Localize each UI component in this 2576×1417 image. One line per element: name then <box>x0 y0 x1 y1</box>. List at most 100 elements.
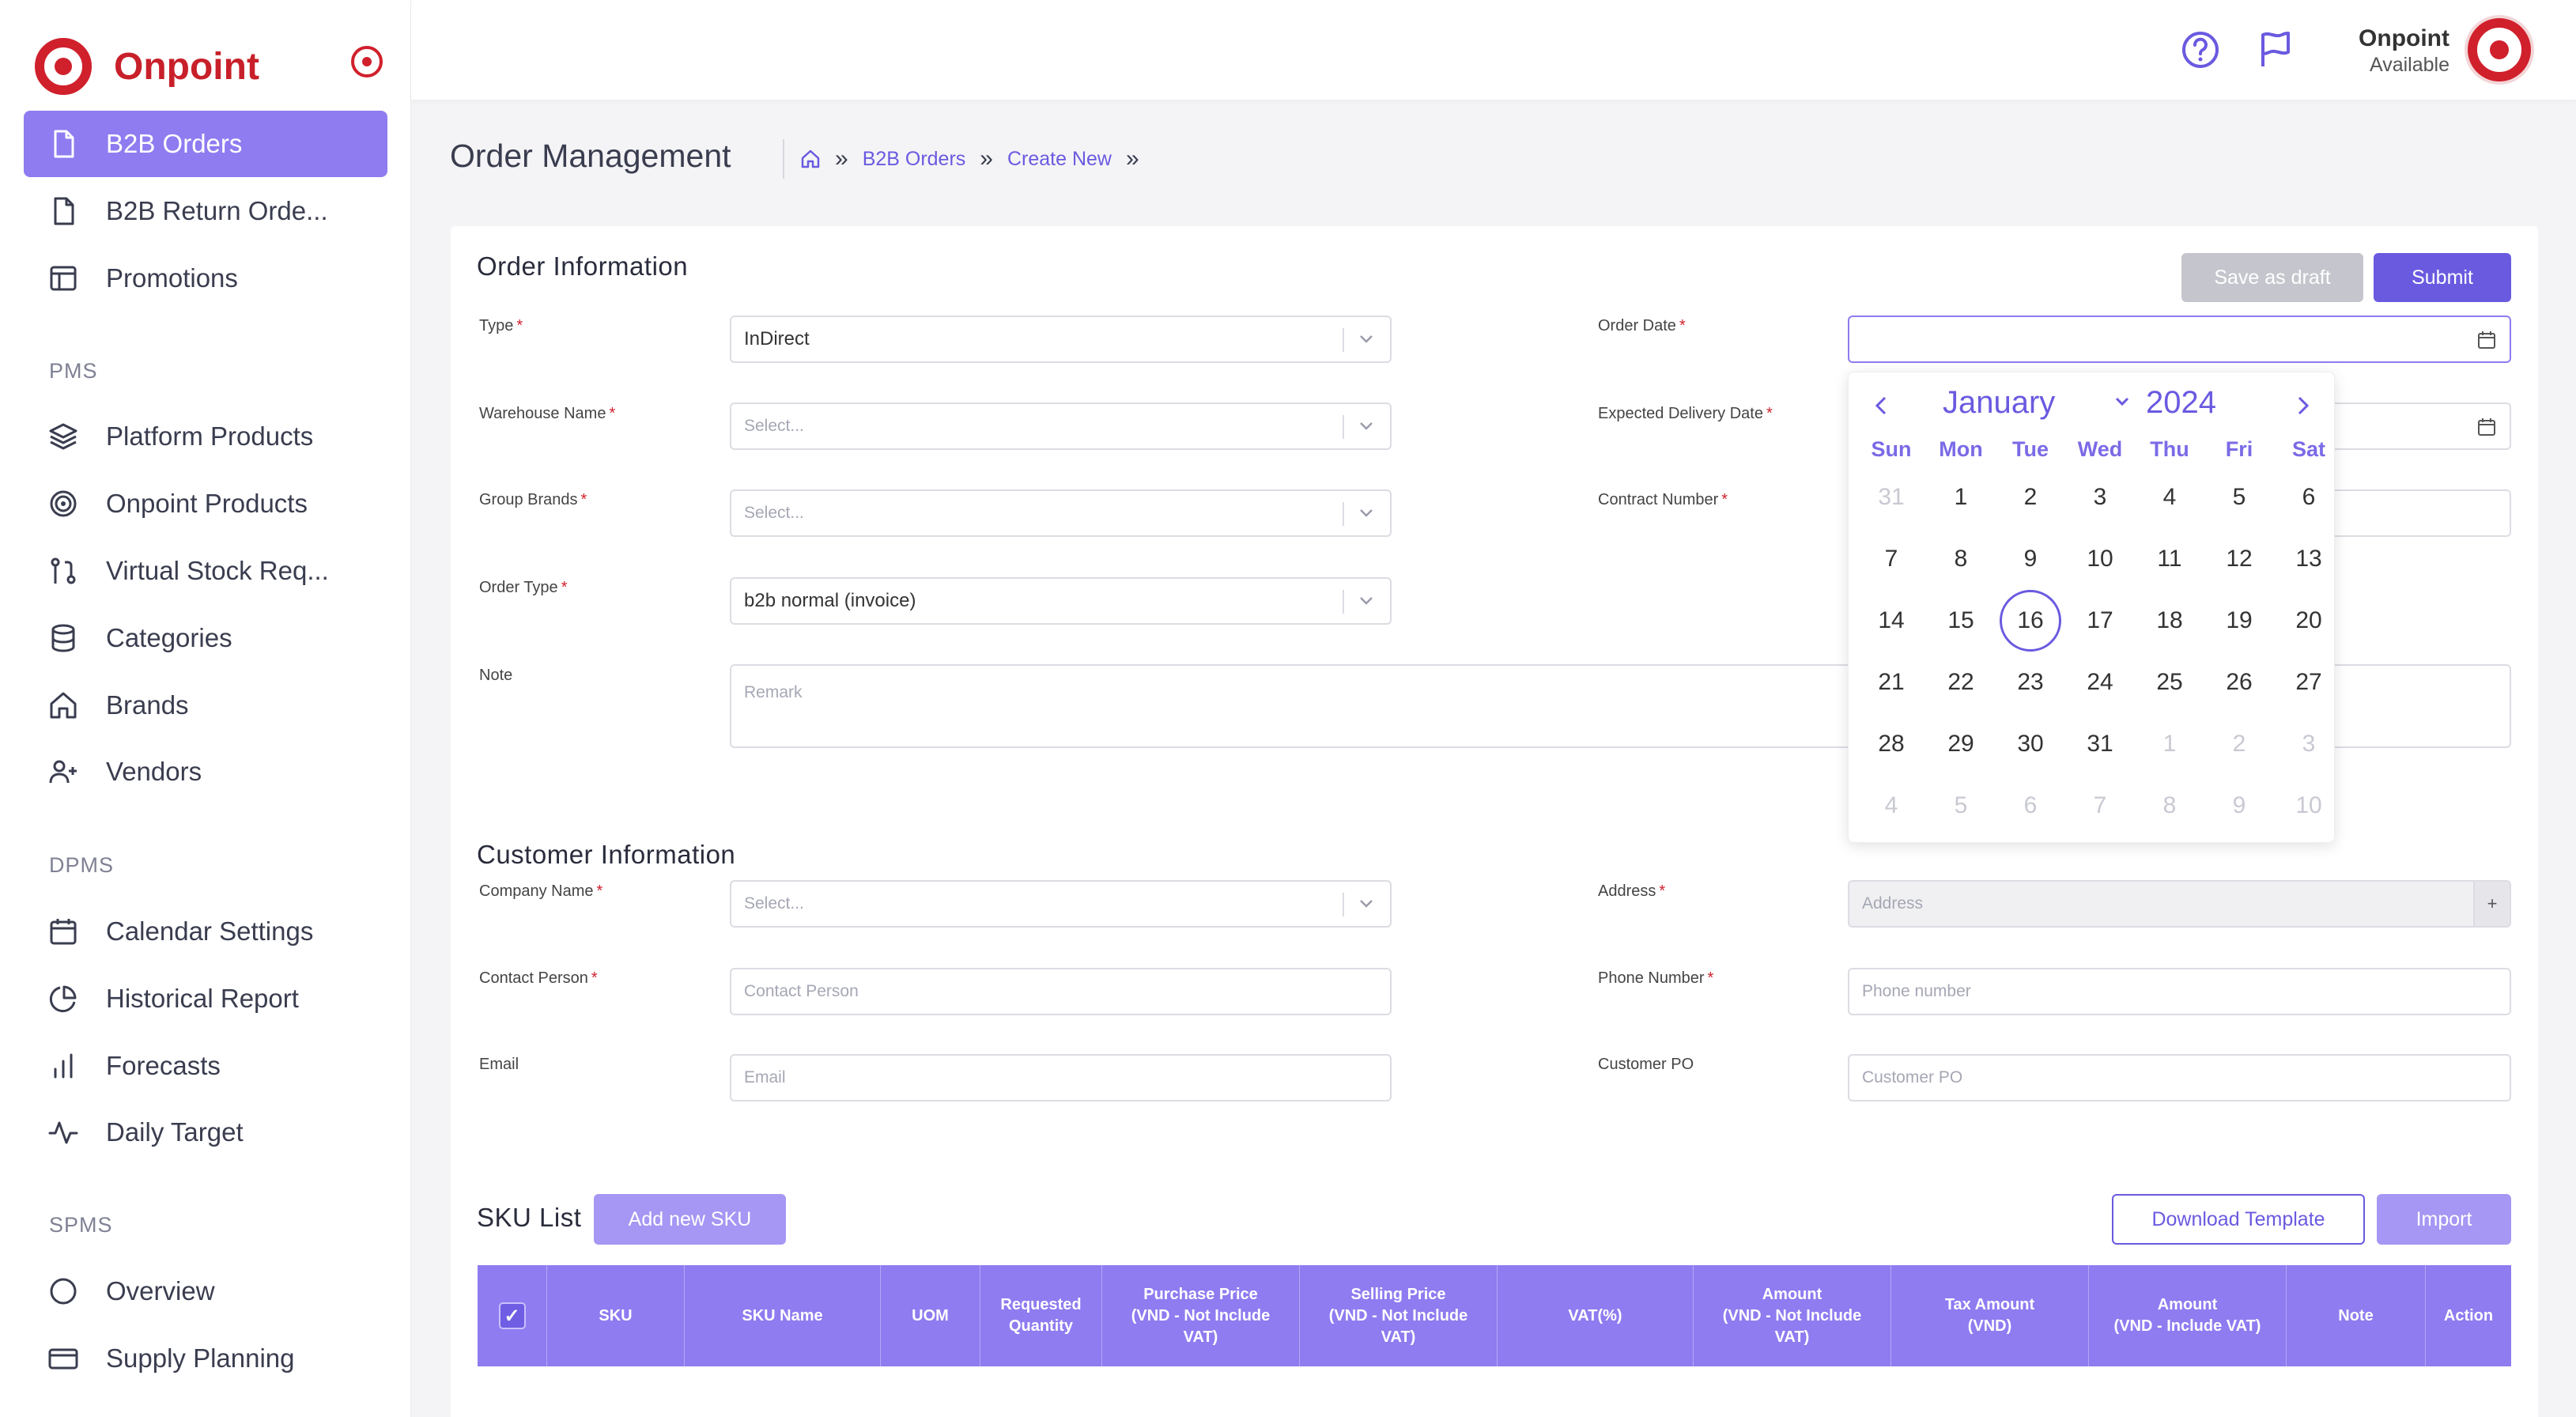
calendar-day[interactable]: 1 <box>2139 713 2200 775</box>
calendar-day[interactable]: 10 <box>2278 775 2340 837</box>
sidebar-item-label: Supply Planning <box>106 1343 295 1373</box>
calendar-day[interactable]: 29 <box>1930 713 1992 775</box>
sidebar-item-overview[interactable]: Overview <box>24 1258 387 1324</box>
calendar-day[interactable]: 11 <box>2139 528 2200 590</box>
chevron-left-icon[interactable] <box>1866 390 1898 421</box>
download-template-button[interactable]: Download Template <box>2112 1194 2365 1245</box>
calendar-day[interactable]: 21 <box>1860 652 1922 713</box>
customer-po-input[interactable]: Customer PO <box>1848 1054 2511 1101</box>
calendar-day[interactable]: 30 <box>2000 713 2061 775</box>
import-button[interactable]: Import <box>2377 1194 2511 1245</box>
chevron-right-icon[interactable] <box>2287 390 2318 421</box>
calendar-day[interactable]: 23 <box>2000 652 2061 713</box>
breadcrumb-create-new[interactable]: Create New <box>1007 148 1112 171</box>
calendar-day[interactable]: 26 <box>2208 652 2270 713</box>
calendar-month[interactable]: January <box>1943 385 2055 421</box>
contact-input[interactable]: Contact Person <box>730 968 1392 1015</box>
calendar-day[interactable]: 19 <box>2208 590 2270 652</box>
sidebar-item-historical-report[interactable]: Historical Report <box>24 965 387 1032</box>
calendar-day[interactable]: 6 <box>2278 467 2340 528</box>
address-add-button[interactable]: + <box>2473 880 2511 928</box>
address-input[interactable]: Address <box>1848 880 2475 928</box>
help-circle-icon[interactable] <box>2179 28 2222 71</box>
calendar-day[interactable]: 2 <box>2000 467 2061 528</box>
calendar-day[interactable]: 1 <box>1930 467 1992 528</box>
sidebar-item-virtual-stock-req[interactable]: Virtual Stock Req... <box>24 538 387 604</box>
sidebar-item-daily-target[interactable]: Daily Target <box>24 1099 387 1166</box>
calendar-day[interactable]: 7 <box>1860 528 1922 590</box>
calendar-day[interactable]: 4 <box>1860 775 1922 837</box>
sidebar-item-forecasts[interactable]: Forecasts <box>24 1033 387 1099</box>
calendar-day[interactable]: 5 <box>2208 467 2270 528</box>
breadcrumb-b2b-orders[interactable]: B2B Orders <box>863 148 966 171</box>
sidebar-item-b2b-return-orde[interactable]: B2B Return Orde... <box>24 178 387 244</box>
phone-input[interactable]: Phone number <box>1848 968 2511 1015</box>
calendar-day[interactable]: 27 <box>2278 652 2340 713</box>
calendar-day[interactable]: 17 <box>2069 590 2131 652</box>
chevron-down-icon <box>1360 335 1373 343</box>
avatar[interactable] <box>2468 18 2531 81</box>
company-select[interactable]: Select... <box>730 880 1392 928</box>
sidebar-item-label: Brands <box>106 690 189 720</box>
calendar-day[interactable]: 15 <box>1930 590 1992 652</box>
logo[interactable]: Onpoint <box>35 36 383 96</box>
calendar-day[interactable]: 18 <box>2139 590 2200 652</box>
submit-button[interactable]: Submit <box>2374 253 2511 302</box>
calendar-day[interactable]: 5 <box>1930 775 1992 837</box>
calendar-day[interactable]: 4 <box>2139 467 2200 528</box>
calendar-day[interactable]: 31 <box>1860 467 1922 528</box>
sidebar-item-promotions[interactable]: Promotions <box>24 245 387 312</box>
sidebar-item-b2b-orders[interactable]: B2B Orders <box>24 111 387 177</box>
column-header-sku: SKU <box>547 1265 685 1366</box>
calendar-day[interactable]: 6 <box>2000 775 2061 837</box>
save-draft-button[interactable]: Save as draft <box>2181 253 2363 302</box>
calendar-day[interactable]: 3 <box>2278 713 2340 775</box>
order-date-input[interactable] <box>1848 316 2511 363</box>
calendar-day[interactable]: 8 <box>2139 775 2200 837</box>
sidebar-item-onpoint-products[interactable]: Onpoint Products <box>24 470 387 537</box>
calendar-day[interactable]: 28 <box>1860 713 1922 775</box>
calendar-day[interactable]: 22 <box>1930 652 1992 713</box>
type-select[interactable]: InDirect <box>730 316 1392 363</box>
warehouse-select[interactable]: Select... <box>730 402 1392 450</box>
calendar-icon[interactable] <box>2476 417 2497 437</box>
layout-icon <box>47 263 79 294</box>
sidebar-item-brands[interactable]: Brands <box>24 672 387 739</box>
calendar-day[interactable]: 14 <box>1860 590 1922 652</box>
header-divider <box>783 139 784 179</box>
weekday-wed: Wed <box>2077 437 2123 461</box>
calendar-icon[interactable] <box>2476 330 2497 350</box>
sidebar-item-calendar-settings[interactable]: Calendar Settings <box>24 898 387 965</box>
home-icon[interactable] <box>800 149 821 169</box>
group-brands-select[interactable]: Select... <box>730 489 1392 537</box>
calendar-day[interactable]: 13 <box>2278 528 2340 590</box>
calendar-year[interactable]: 2024 <box>2146 385 2216 421</box>
calendar-day[interactable]: 2 <box>2208 713 2270 775</box>
add-sku-button[interactable]: Add new SKU <box>594 1194 786 1245</box>
chevron-down-icon[interactable] <box>2113 391 2132 410</box>
sidebar-toggle-icon[interactable] <box>351 46 383 77</box>
calendar-icon <box>47 916 79 947</box>
calendar-day[interactable]: 25 <box>2139 652 2200 713</box>
sidebar-item-vendors[interactable]: Vendors <box>24 739 387 805</box>
calendar-day[interactable]: 31 <box>2069 713 2131 775</box>
calendar-day[interactable]: 8 <box>1930 528 1992 590</box>
calendar-day[interactable]: 10 <box>2069 528 2131 590</box>
calendar-day[interactable]: 9 <box>2208 775 2270 837</box>
calendar-day[interactable]: 7 <box>2069 775 2131 837</box>
calendar-day[interactable]: 24 <box>2069 652 2131 713</box>
select-all-checkbox[interactable]: ✓ <box>498 1302 526 1329</box>
company-label: Company Name * <box>479 882 603 900</box>
sidebar-item-platform-products[interactable]: Platform Products <box>24 403 387 470</box>
flag-icon[interactable] <box>2253 28 2296 71</box>
order-type-select[interactable]: b2b normal (invoice) <box>730 577 1392 625</box>
calendar-day[interactable]: 3 <box>2069 467 2131 528</box>
calendar-day[interactable]: 20 <box>2278 590 2340 652</box>
calendar-day[interactable]: 9 <box>2000 528 2061 590</box>
sidebar-item-categories[interactable]: Categories <box>24 605 387 671</box>
sidebar-item-supply-planning[interactable]: Supply Planning <box>24 1325 387 1392</box>
bar-chart-icon <box>47 1050 79 1082</box>
email-input[interactable]: Email <box>730 1054 1392 1101</box>
calendar-day[interactable]: 12 <box>2208 528 2270 590</box>
calendar-day[interactable]: 16 <box>2000 590 2061 652</box>
